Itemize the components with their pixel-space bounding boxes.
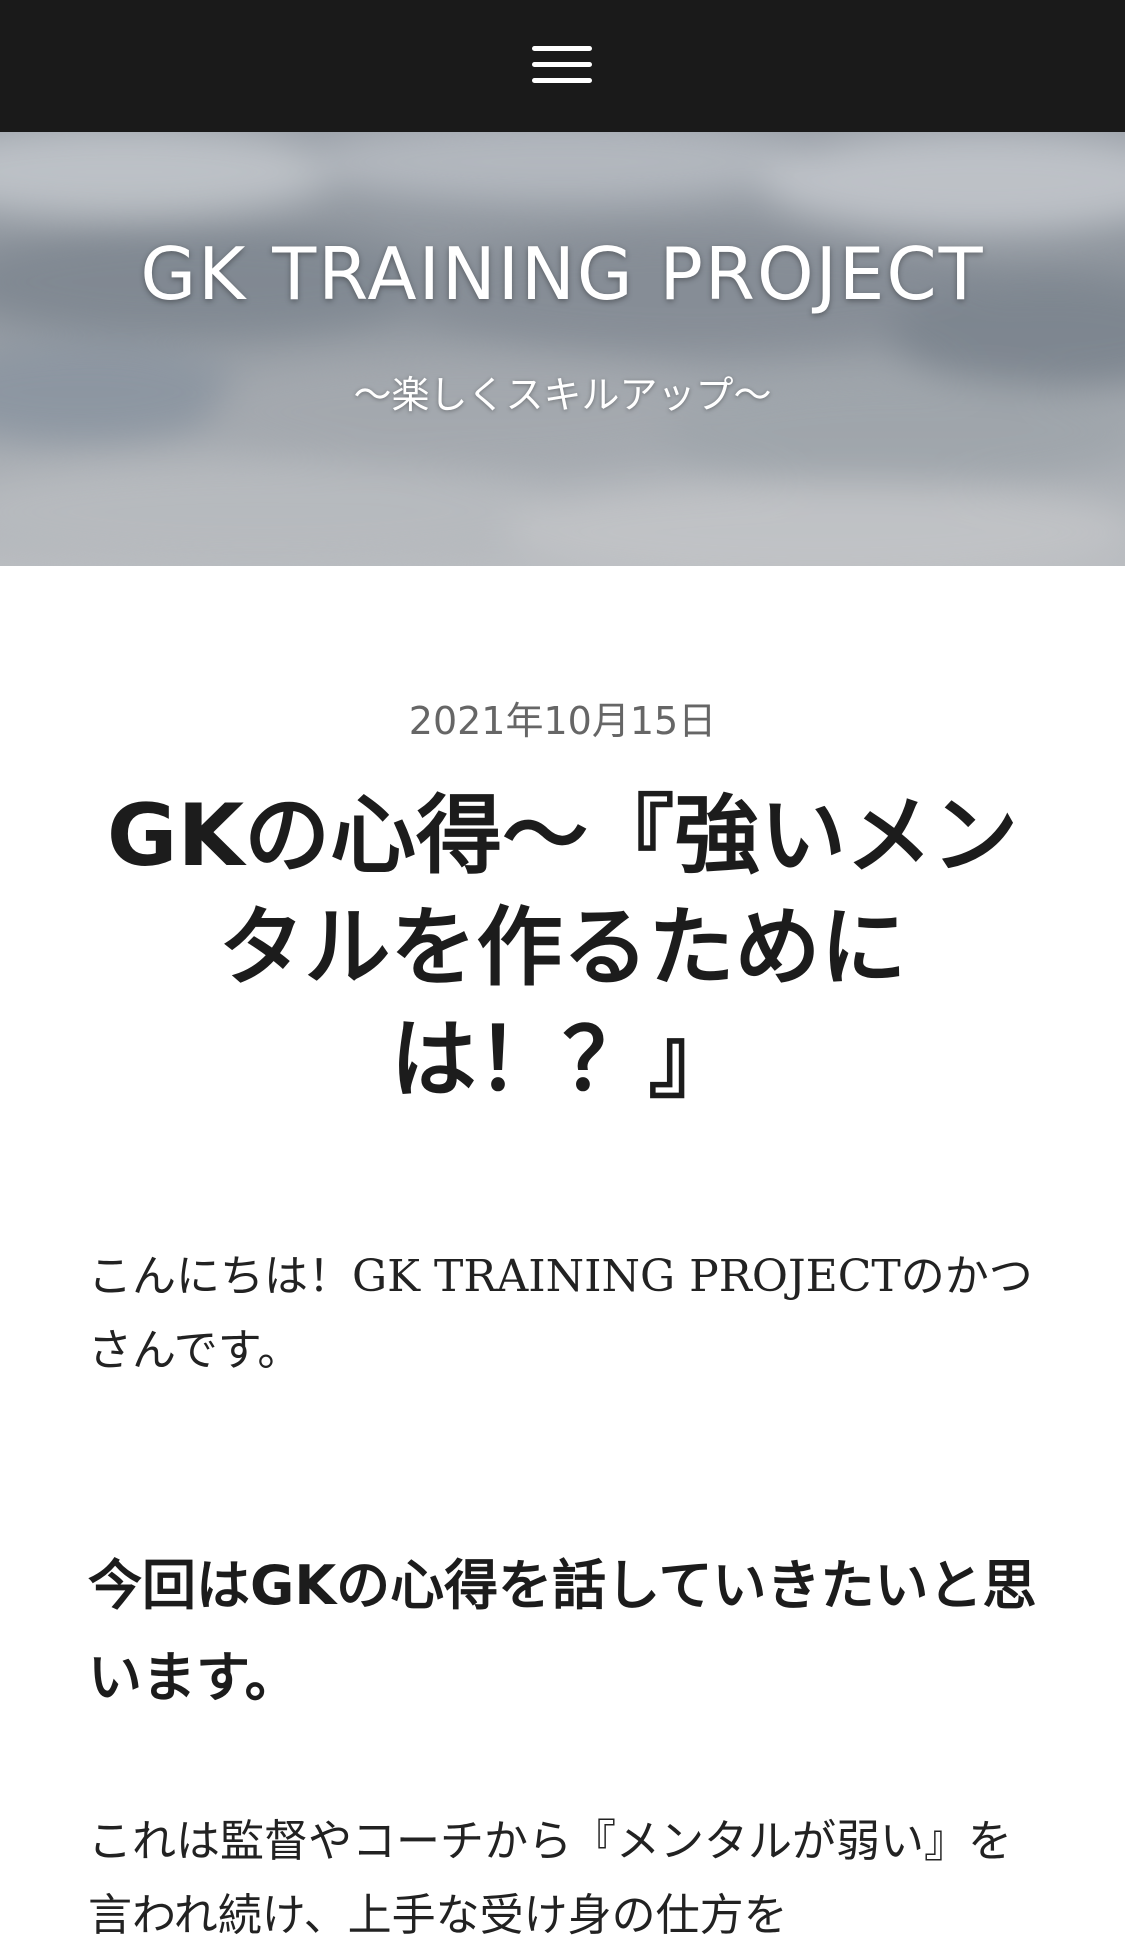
section-heading: 今回はGKの心得を話していきたいと思います。 <box>88 1554 1037 1709</box>
intro-paragraph: こんにちは！GK TRAINING PROJECTのかつさんです。 <box>88 1251 1033 1376</box>
top-nav-bar <box>0 0 1125 132</box>
hamburger-menu-icon[interactable] <box>532 46 592 86</box>
menu-line <box>532 62 592 67</box>
body-paragraph: これは監督やコーチから『メンタルが弱い』を言われ続け、上手な受け身の仕方を <box>88 1816 1012 1941</box>
site-title[interactable]: GK TRAINING PROJECT <box>0 232 1125 316</box>
menu-line <box>532 78 592 83</box>
cloud-background <box>0 132 1125 566</box>
site-tagline: 〜楽しくスキルアップ〜 <box>353 373 772 417</box>
header-banner: GK TRAINING PROJECT 〜楽しくスキルアップ〜 <box>0 132 1125 566</box>
menu-line <box>532 46 592 51</box>
post-title: GKの心得〜『強いメンタルを作るためには！？』 <box>106 786 1019 1110</box>
post-date[interactable]: 2021年10月15日 <box>0 690 1125 745</box>
